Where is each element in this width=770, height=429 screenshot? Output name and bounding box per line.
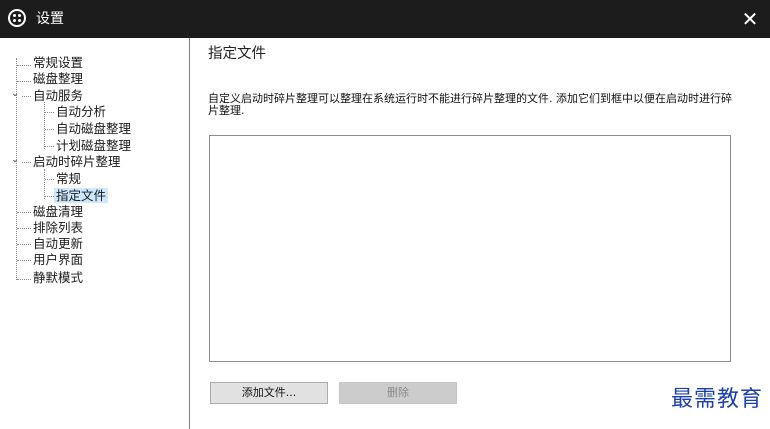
chevron-down-icon[interactable]: ⌄ bbox=[10, 89, 20, 99]
tree-item-disk-cleanup[interactable]: 磁盘清理 bbox=[33, 204, 83, 219]
settings-tree: ⌄ ⌄ 常规设置 磁盘整理 自动服务 自动分析 自动磁盘整理 计划磁盘整理 启动… bbox=[0, 38, 190, 429]
settings-panel: 指定文件 自定义启动时碎片整理可以整理在系统运行时不能进行碎片整理的文件. 添加… bbox=[190, 38, 770, 429]
app-logo-icon bbox=[8, 9, 26, 27]
tree-item-auto-defrag[interactable]: 自动磁盘整理 bbox=[56, 121, 131, 136]
description-text: 自定义启动时碎片整理可以整理在系统运行时不能进行碎片整理的文件. 添加它们到框中… bbox=[208, 92, 732, 117]
page-title: 指定文件 bbox=[208, 46, 266, 62]
tree-item-boot-defrag[interactable]: 启动时碎片整理 bbox=[33, 154, 121, 169]
tree-item-general-settings[interactable]: 常规设置 bbox=[33, 55, 83, 70]
tree-item-scheduled-defrag[interactable]: 计划磁盘整理 bbox=[56, 138, 131, 153]
tree-item-auto-service[interactable]: 自动服务 bbox=[33, 88, 83, 103]
tree-item-defrag[interactable]: 磁盘整理 bbox=[33, 71, 83, 86]
tree-item-general[interactable]: 常规 bbox=[56, 171, 81, 186]
tree-item-specified-files[interactable]: 指定文件 bbox=[54, 188, 109, 203]
tree-item-user-interface[interactable]: 用户界面 bbox=[33, 252, 83, 267]
file-list-box[interactable] bbox=[209, 135, 731, 362]
tree-item-auto-update[interactable]: 自动更新 bbox=[33, 236, 83, 251]
tree-item-exclusion-list[interactable]: 排除列表 bbox=[33, 220, 83, 235]
window-title: 设置 bbox=[36, 11, 64, 27]
add-file-button[interactable]: 添加文件... bbox=[210, 382, 328, 404]
watermark-text: 最需教育 bbox=[670, 387, 763, 412]
title-bar: 设置 ✕ bbox=[0, 0, 770, 38]
close-icon[interactable]: ✕ bbox=[730, 0, 770, 38]
tree-item-silent-mode[interactable]: 静默模式 bbox=[33, 270, 83, 285]
chevron-down-icon[interactable]: ⌄ bbox=[10, 155, 20, 165]
tree-item-auto-analysis[interactable]: 自动分析 bbox=[56, 104, 106, 119]
delete-button: 删除 bbox=[339, 382, 457, 404]
